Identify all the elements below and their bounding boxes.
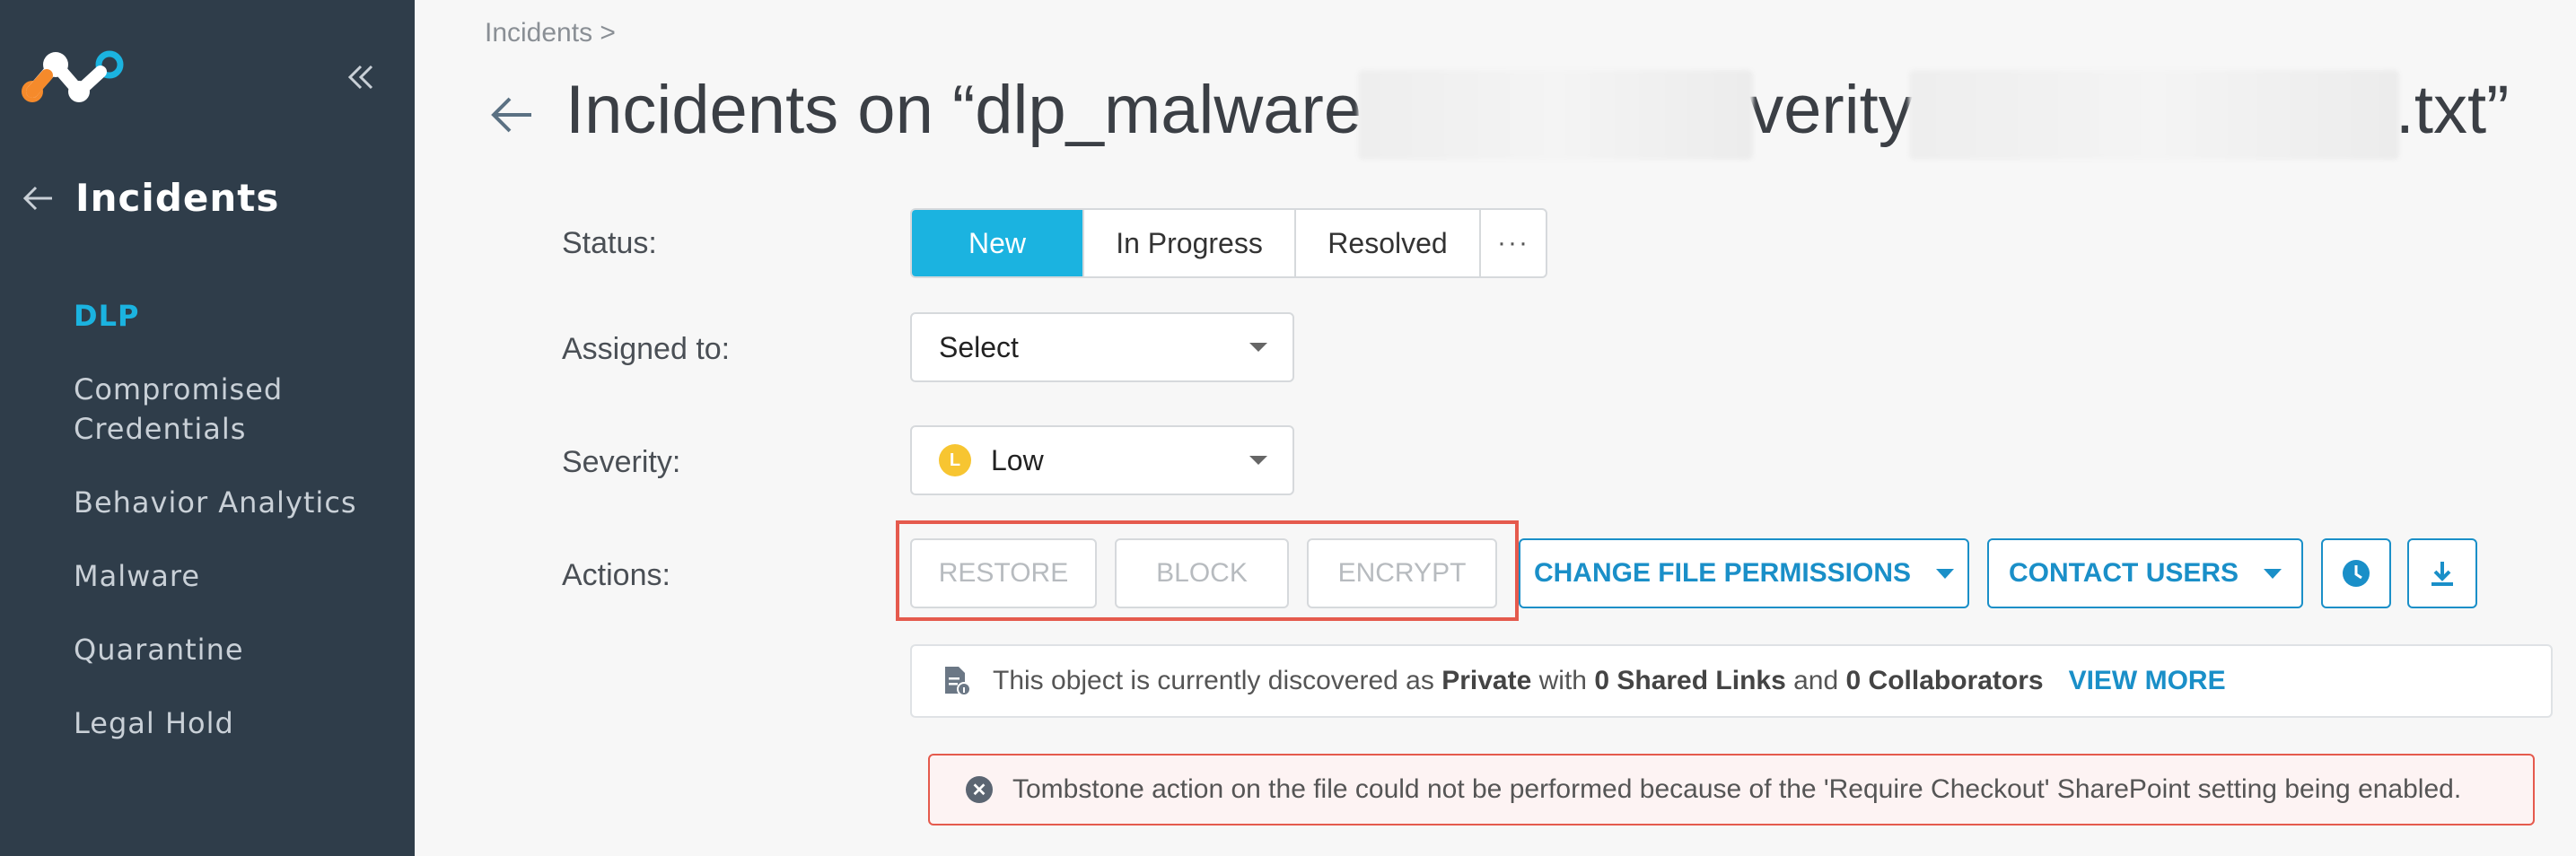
sidebar-item-malware[interactable]: Malware (74, 556, 406, 596)
encrypt-button[interactable]: ENCRYPT (1307, 538, 1497, 608)
severity-select[interactable]: L Low (910, 425, 1294, 495)
document-info-icon (945, 667, 971, 696)
clock-icon (2343, 560, 2370, 587)
error-x-icon: ✕ (966, 776, 993, 803)
status-resolved-button[interactable]: Resolved (1296, 210, 1481, 276)
sidebar: Incidents DLP Compromised Credentials Be… (0, 0, 415, 856)
severity-low-badge: L (939, 444, 971, 476)
actions-label: Actions: (562, 558, 670, 592)
redacted-block (1908, 70, 2399, 160)
status-more-button[interactable]: ··· (1481, 210, 1546, 276)
restore-button[interactable]: RESTORE (910, 538, 1097, 608)
severity-value: Low (991, 443, 1044, 476)
error-alert: ✕ Tombstone action on the file could not… (928, 754, 2535, 825)
collaborators-count: 0 Collaborators (1845, 666, 2044, 695)
main-content: Incidents > Incidents on “dlp_malware ver… (415, 0, 2576, 856)
change-file-permissions-button[interactable]: CHANGE FILE PERMISSIONS (1519, 538, 1969, 608)
breadcrumb[interactable]: Incidents > (485, 18, 616, 48)
back-arrow-icon[interactable] (18, 179, 57, 218)
chevron-down-icon (1249, 456, 1267, 465)
status-new-button[interactable]: New (912, 210, 1084, 276)
status-in-progress-button[interactable]: In Progress (1084, 210, 1296, 276)
sidebar-item-quarantine[interactable]: Quarantine (74, 630, 406, 669)
severity-label: Severity: (562, 445, 681, 479)
sidebar-nav: DLP Compromised Credentials Behavior Ana… (74, 296, 406, 777)
sidebar-item-legal-hold[interactable]: Legal Hold (74, 703, 406, 743)
redacted-block (1358, 70, 1754, 160)
discovery-info-bar: This object is currently discovered as P… (910, 644, 2553, 718)
view-more-link[interactable]: VIEW MORE (2069, 666, 2226, 696)
block-button[interactable]: BLOCK (1115, 538, 1289, 608)
logo-icon[interactable] (20, 47, 127, 109)
sidebar-item-behavior-analytics[interactable]: Behavior Analytics (74, 483, 406, 522)
page-title: Incidents on “dlp_malware verity .txt” (565, 70, 2509, 160)
history-button[interactable] (2321, 538, 2391, 608)
error-message: Tombstone action on the file could not b… (1012, 774, 2462, 804)
download-button[interactable] (2407, 538, 2477, 608)
download-icon (2431, 562, 2453, 586)
contact-users-button[interactable]: CONTACT USERS (1987, 538, 2303, 608)
chevron-down-icon (2264, 568, 2282, 579)
assigned-to-value: Select (939, 330, 1019, 363)
sidebar-header: Incidents (18, 176, 279, 220)
collapse-icon[interactable] (343, 59, 379, 95)
assigned-to-label: Assigned to: (562, 332, 731, 366)
back-arrow-icon[interactable] (485, 88, 539, 142)
chevron-down-icon (1249, 343, 1267, 352)
status-segmented-control: New In Progress Resolved ··· (910, 208, 1547, 278)
page-title-row: Incidents on “dlp_malware verity .txt” (485, 70, 2509, 160)
assigned-to-select[interactable]: Select (910, 312, 1294, 382)
sidebar-title: Incidents (75, 176, 280, 220)
chevron-down-icon (1936, 568, 1955, 579)
sidebar-item-compromised-credentials[interactable]: Compromised Credentials (74, 370, 406, 449)
visibility-value: Private (1441, 666, 1532, 695)
sidebar-item-dlp[interactable]: DLP (74, 296, 406, 336)
status-label: Status: (562, 226, 657, 260)
shared-links-count: 0 Shared Links (1594, 666, 1786, 695)
